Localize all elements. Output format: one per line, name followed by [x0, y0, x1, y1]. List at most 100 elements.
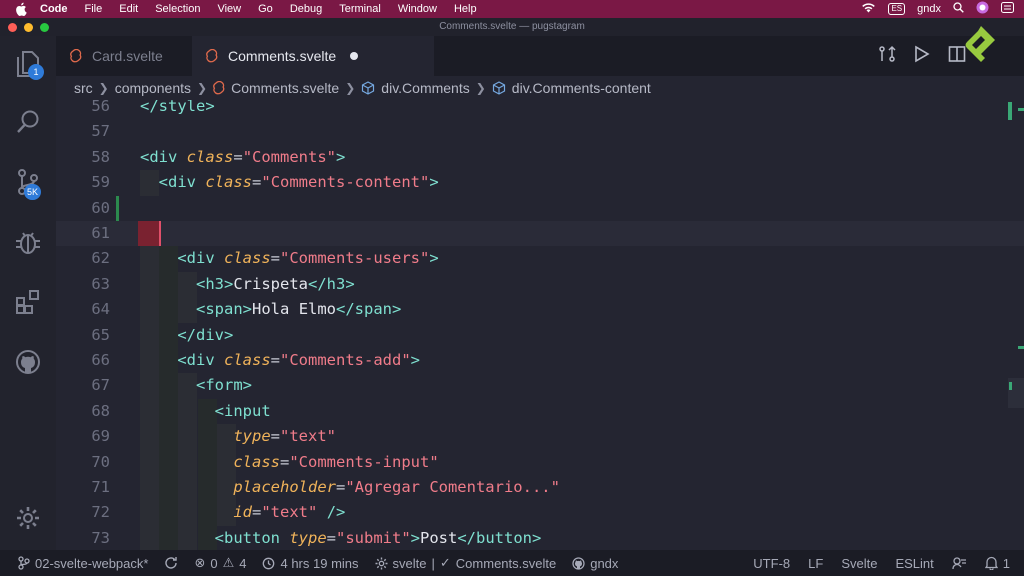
- chevron-right-icon: ❯: [475, 81, 486, 95]
- menu-selection[interactable]: Selection: [155, 3, 200, 15]
- time-tracker-status[interactable]: 4 hrs 19 mins: [262, 556, 359, 571]
- line-number: 69: [91, 427, 110, 446]
- menu-debug[interactable]: Debug: [290, 3, 322, 15]
- settings-gear-icon[interactable]: [12, 502, 44, 534]
- keyboard-input-icon[interactable]: ES: [888, 3, 906, 15]
- breadcrumb-div-comments[interactable]: div.Comments: [381, 80, 469, 96]
- menu-view[interactable]: View: [217, 3, 241, 15]
- menu-edit[interactable]: Edit: [119, 3, 138, 15]
- code-line[interactable]: 73 <button type="submit">Post</button>: [56, 525, 1024, 550]
- menu-go[interactable]: Go: [258, 3, 273, 15]
- code-text: type="text": [233, 427, 336, 446]
- menu-file[interactable]: File: [85, 3, 103, 15]
- debug-icon[interactable]: [12, 226, 44, 258]
- search-icon[interactable]: [12, 106, 44, 138]
- feedback-icon[interactable]: [952, 556, 967, 571]
- code-text: <div class="Comments-users">: [177, 249, 439, 268]
- sync-icon[interactable]: [164, 556, 178, 570]
- run-icon[interactable]: [914, 45, 930, 68]
- language-mode-status[interactable]: Svelte: [841, 556, 877, 571]
- menu-terminal[interactable]: Terminal: [339, 3, 381, 15]
- code-line[interactable]: 64 <span>Hola Elmo</span>: [56, 297, 1024, 323]
- spotlight-search-icon[interactable]: [953, 2, 964, 16]
- extensions-icon[interactable]: [12, 286, 44, 318]
- tab-comments-svelte[interactable]: Comments.svelte: [192, 36, 434, 76]
- separator: |: [431, 555, 435, 571]
- line-number: 63: [91, 274, 110, 293]
- eslint-status[interactable]: ESLint: [895, 556, 933, 571]
- line-number: 64: [91, 300, 110, 319]
- code-line[interactable]: 71 placeholder="Agregar Comentario...": [56, 475, 1024, 501]
- breadcrumb-src[interactable]: src: [74, 80, 93, 96]
- code-line[interactable]: 63 <h3>Crispeta</h3>: [56, 271, 1024, 298]
- code-line[interactable]: 56 </style>: [56, 100, 1024, 119]
- macos-menu-bar: Code File Edit Selection View Go Debug T…: [0, 0, 1024, 18]
- apple-icon[interactable]: [14, 2, 28, 16]
- status-bar: 02-svelte-webpack* ⊗ 0 ⚠ 4 4 hrs 19 mins…: [0, 550, 1024, 576]
- github-icon: [572, 556, 585, 570]
- eol-status[interactable]: LF: [808, 556, 823, 571]
- code-editor[interactable]: 56 </style> 57 58 <div class="Comments"> 59 <…: [56, 100, 1024, 550]
- control-center-icon[interactable]: [1001, 2, 1014, 16]
- element-cube-icon: [492, 81, 506, 95]
- code-line[interactable]: 62 <div class="Comments-users">: [56, 246, 1024, 272]
- breadcrumb-components[interactable]: components: [115, 80, 191, 96]
- encoding-status[interactable]: UTF-8: [753, 556, 790, 571]
- notifications-status[interactable]: 1: [984, 556, 1010, 571]
- code-text: class="Comments-input": [233, 452, 439, 471]
- code-text: </div>: [177, 325, 234, 344]
- compare-changes-icon[interactable]: [878, 45, 896, 68]
- line-number: 67: [91, 376, 110, 395]
- siri-icon[interactable]: [976, 1, 989, 17]
- code-text: <h3>Crispeta</h3>: [196, 274, 355, 293]
- git-branch-status[interactable]: 02-svelte-webpack*: [18, 556, 148, 571]
- zoom-window-button[interactable]: [40, 23, 49, 32]
- tab-label: Card.svelte: [92, 48, 163, 64]
- unsaved-dot-icon[interactable]: [350, 52, 359, 60]
- github-icon[interactable]: [12, 346, 44, 378]
- svelte-file-icon: [213, 81, 225, 95]
- tab-label: Comments.svelte: [228, 48, 337, 64]
- code-line[interactable]: 72 id="text" />: [56, 500, 1024, 526]
- code-line[interactable]: 66 <div class="Comments-add">: [56, 348, 1024, 374]
- error-count: 0: [210, 555, 218, 571]
- code-text: <input: [214, 401, 271, 420]
- code-line[interactable]: 65 </div>: [56, 322, 1024, 348]
- code-text: <div class="Comments-add">: [177, 351, 421, 369]
- code-line[interactable]: 67 <form>: [56, 373, 1024, 399]
- line-number: 58: [91, 147, 110, 166]
- code-line[interactable]: 69 type="text": [56, 424, 1024, 450]
- code-text: <button type="submit">Post</button>: [214, 528, 542, 547]
- breadcrumb-file[interactable]: Comments.svelte: [231, 80, 339, 96]
- line-number: 60: [91, 198, 110, 217]
- svelte-file-icon: [70, 49, 82, 63]
- code-line[interactable]: 61: [56, 221, 1024, 247]
- logo-icon: [964, 24, 998, 62]
- code-text: <div class="Comments">: [140, 147, 346, 166]
- menu-window[interactable]: Window: [398, 3, 437, 15]
- tab-card-svelte[interactable]: Card.svelte: [56, 36, 190, 76]
- editor-tab-bar: Card.svelte Comments.svelte: [56, 36, 1024, 76]
- code-line[interactable]: 70 class="Comments-input": [56, 449, 1024, 475]
- code-line[interactable]: 58 <div class="Comments">: [56, 145, 1024, 170]
- svelte-status[interactable]: svelte | ✓ Comments.svelte: [375, 555, 557, 571]
- menu-help[interactable]: Help: [454, 3, 477, 15]
- error-icon: ⊗: [194, 555, 206, 570]
- activity-bar: 1 5K: [0, 36, 56, 550]
- svelte-status-file: Comments.svelte: [455, 555, 557, 571]
- code-line[interactable]: 57: [56, 119, 1024, 144]
- menu-app-name[interactable]: Code: [40, 3, 68, 15]
- minimize-window-button[interactable]: [24, 23, 33, 32]
- code-line[interactable]: 60: [56, 196, 1024, 221]
- menubar-username[interactable]: gndx: [917, 3, 941, 15]
- close-window-button[interactable]: [8, 23, 17, 32]
- problems-status[interactable]: ⊗ 0 ⚠ 4: [194, 555, 246, 571]
- code-line[interactable]: 59 <div class="Comments-content">: [56, 170, 1024, 196]
- line-number: 73: [91, 528, 110, 547]
- code-line[interactable]: 68 <input: [56, 398, 1024, 425]
- breadcrumb-div-comments-content[interactable]: div.Comments-content: [512, 80, 651, 96]
- code-text: <form>: [196, 376, 253, 395]
- github-status[interactable]: gndx: [572, 556, 618, 571]
- warning-icon: ⚠: [222, 555, 235, 570]
- wifi-icon[interactable]: [861, 2, 876, 16]
